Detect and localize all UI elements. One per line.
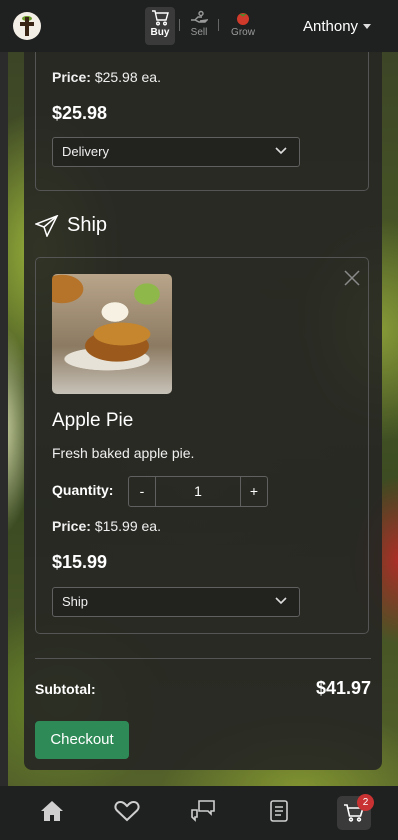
cart-item-card: Apple Pie Fresh baked apple pie. Quantit… [35,257,369,634]
quantity-stepper: - 1 + [128,476,268,507]
chevron-down-icon [275,147,287,155]
unit-price: Price: $15.99 ea. [52,518,161,534]
cart-panel: Available: 86 Price: $25.98 ea. $25.98 D… [24,40,382,770]
quantity-input[interactable]: 1 [156,477,240,506]
fulfillment-select[interactable]: Ship [52,587,300,617]
decrement-button[interactable]: - [129,477,156,506]
product-description: Fresh baked apple pie. [52,445,195,461]
unit-price: Price: $25.98 ea. [52,69,161,85]
hand-icon [191,10,208,23]
increment-button[interactable]: + [240,477,267,506]
cart-item-card: Available: 86 Price: $25.98 ea. $25.98 D… [35,40,369,191]
home-icon[interactable] [40,800,64,822]
tab-sell[interactable]: Sell [184,7,214,45]
chevron-down-icon [363,24,372,29]
tab-grow[interactable]: Grow [228,7,258,45]
product-image [52,274,172,394]
section-header-ship: Ship [35,214,107,237]
heart-icon[interactable] [114,800,140,822]
top-navbar: Buy Sell Grow Anthony [0,0,398,52]
item-total: $15.99 [52,552,108,572]
user-name: Anthony [303,18,359,35]
tomato-icon [237,13,249,25]
divider [179,19,180,31]
subtotal-label: Subtotal: [35,681,96,697]
fulfillment-select[interactable]: Delivery [52,137,300,167]
subtotal-value: $41.97 [315,678,371,698]
bottom-navbar: 2 [0,786,398,840]
tab-buy[interactable]: Buy [145,7,175,45]
close-icon[interactable] [344,270,360,286]
left-edge [0,52,8,786]
quantity-label: Quantity: [52,482,114,498]
chevron-down-icon [275,597,287,605]
cart-count-badge: 2 [357,794,374,811]
item-total: $25.98 [52,103,108,123]
divider [35,658,371,659]
orders-icon[interactable] [270,800,288,822]
logo[interactable] [13,12,41,40]
user-menu[interactable]: Anthony [303,18,372,35]
chat-icon[interactable] [191,800,215,822]
send-icon [35,214,59,237]
cart-icon [152,10,169,26]
checkout-button[interactable]: Checkout [35,721,129,759]
divider [218,19,219,31]
product-name: Apple Pie [52,410,134,431]
